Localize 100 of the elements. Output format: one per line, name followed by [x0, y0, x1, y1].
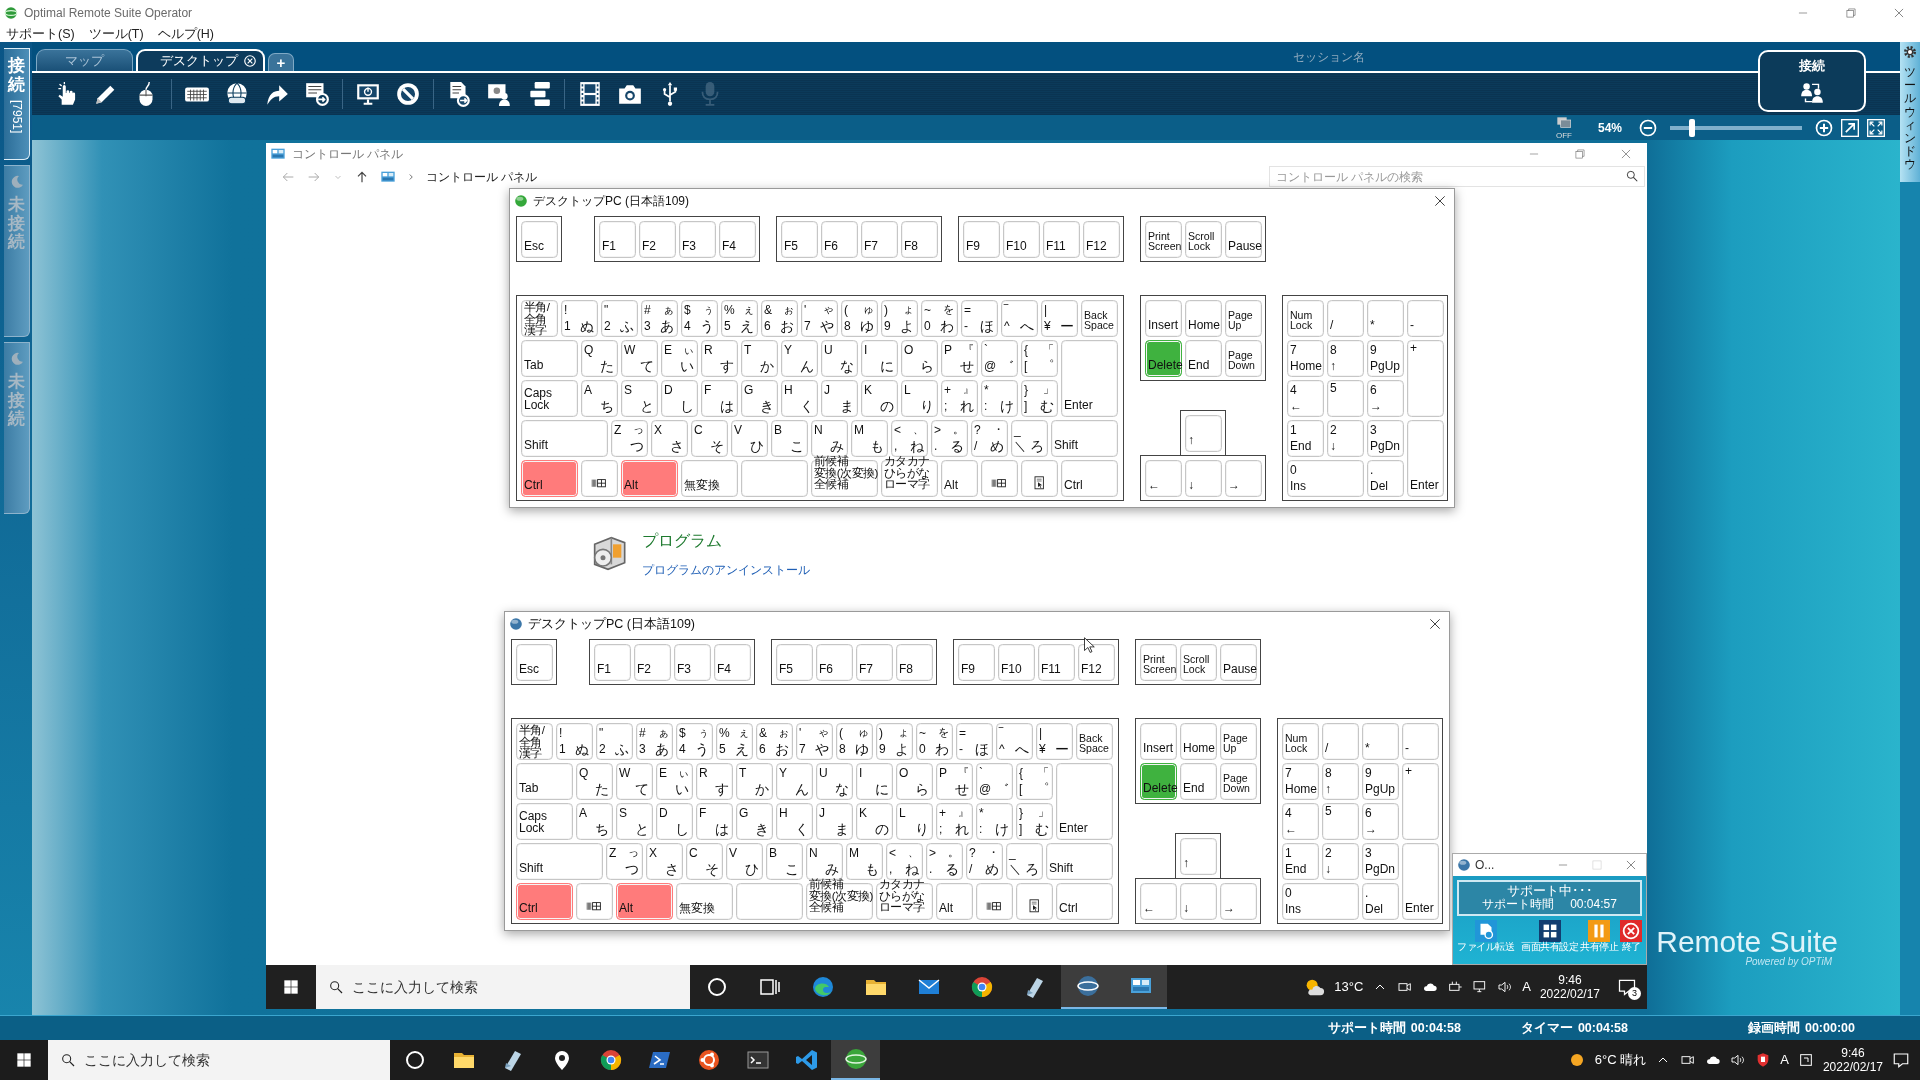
keyboard-key[interactable]: Z っ つ [605, 842, 643, 880]
keyboard-key[interactable]: P 『 せ [935, 762, 973, 800]
keyboard-key[interactable]: M も [850, 419, 888, 457]
keyboard-key[interactable]: Pause [1219, 643, 1257, 681]
keyboard-key[interactable]: Alt [620, 459, 678, 497]
keyboard-key[interactable]: ~ を 0 わ [915, 722, 953, 760]
keyboard-key[interactable]: U な [815, 762, 853, 800]
keyboard-key[interactable]: 1 End [1281, 842, 1319, 880]
keyboard-key[interactable]: F3 [678, 220, 716, 258]
keyboard-key[interactable]: ( ゅ 8 ゆ [835, 722, 873, 760]
keyboard-key[interactable]: V ひ [725, 842, 763, 880]
keyboard-key[interactable]: Page Down [1224, 339, 1262, 377]
keyboard-key[interactable]: > 。 . る [930, 419, 968, 457]
keyboard-key[interactable]: 4 ← [1286, 379, 1324, 417]
keyboard-key[interactable]: ‾ ^ へ [1000, 299, 1038, 337]
keyboard-key[interactable]: < 、 , ね [890, 419, 928, 457]
keyboard-key[interactable]: F4 [713, 643, 751, 681]
keyboard-key[interactable]: T か [740, 339, 778, 377]
keyboard-key[interactable]: E ぃ い [660, 339, 698, 377]
keyboard-key[interactable]: # ぁ 3 あ [635, 722, 673, 760]
keyboard-key[interactable]: _ ＼ ろ [1005, 842, 1043, 880]
keyboard-key[interactable]: Enter [1060, 339, 1118, 417]
keyboard-key[interactable]: 半角/ 全角 漢字 [515, 722, 553, 760]
notification-icon[interactable] [1617, 977, 1637, 998]
keyboard-key[interactable]: ) ょ 9 よ [875, 722, 913, 760]
keyboard-key[interactable]: . Del [1361, 882, 1399, 920]
keyboard-key[interactable]: % ぇ 5 え [720, 299, 758, 337]
keyboard-key[interactable]: 5 [1321, 802, 1359, 840]
ime-indicator[interactable]: A [1522, 977, 1531, 997]
keyboard-key[interactable]: F6 [815, 643, 853, 681]
globe-icon[interactable] [224, 81, 250, 107]
tab[interactable]: マップ [36, 49, 133, 71]
keyboard-key[interactable]: & ぉ 6 お [760, 299, 798, 337]
keyboard-key[interactable]: Caps Lock [515, 802, 573, 840]
restore-icon[interactable] [1844, 6, 1858, 20]
tool-window-tab[interactable]: ツールウィンドウ [1900, 42, 1920, 182]
keyboard-key[interactable]: | ¥ ー [1040, 299, 1078, 337]
keyboard-key[interactable]: 6 → [1361, 802, 1399, 840]
keyboard-key[interactable]: Alt [940, 459, 978, 497]
search-field[interactable]: ここに入力して検索 [48, 1040, 390, 1080]
keyboard-key[interactable]: ' ゃ 7 や [800, 299, 838, 337]
keyboard-key[interactable]: End [1184, 339, 1222, 377]
keyboard-key[interactable]: F11 [1037, 643, 1075, 681]
keyboard-key[interactable] [580, 459, 618, 497]
keyboard-key[interactable]: 無変換 [680, 459, 738, 497]
weather-text[interactable]: 13°C [1334, 977, 1364, 997]
keyboard-key[interactable]: ! 1 ぬ [560, 299, 598, 337]
keyboard-key[interactable]: } 」 ] む [1020, 379, 1058, 417]
keyboard-key[interactable]: { 「 [ ゜ [1015, 762, 1053, 800]
keyboard-key[interactable]: $ ぅ 4 う [680, 299, 718, 337]
keyboard-key[interactable]: L り [900, 379, 938, 417]
keyboard-key[interactable]: ↑ [1179, 837, 1217, 875]
keyboard-key[interactable]: _ ＼ ろ [1010, 419, 1048, 457]
keyboard-key[interactable]: < 、 , ね [885, 842, 923, 880]
prohibit-icon[interactable] [395, 81, 421, 107]
keyboard-key[interactable]: Ctrl [515, 882, 573, 920]
keyboard-key[interactable]: ? ・ / め [970, 419, 1008, 457]
keyboard-key[interactable]: I に [860, 339, 898, 377]
keyboard-key[interactable]: 3 PgDn [1366, 419, 1404, 457]
keyboard-key[interactable]: Enter [1406, 419, 1444, 497]
keyboard-key[interactable]: O ら [895, 762, 933, 800]
keyboard-key[interactable]: B こ [770, 419, 808, 457]
keyboard-key[interactable]: + [1401, 762, 1439, 840]
keyboard-key[interactable]: 3 PgDn [1361, 842, 1399, 880]
menu-item[interactable]: サポート(S) [6, 24, 75, 44]
keyboard-key[interactable]: " 2 ふ [600, 299, 638, 337]
keyboard-key[interactable]: - [1401, 722, 1439, 760]
keyboard-key[interactable]: Num Lock [1286, 299, 1324, 337]
keyboard-key[interactable]: ` @ ゛ [980, 339, 1018, 377]
keyboard-key[interactable]: Tab [520, 339, 578, 377]
keyboard-key[interactable] [1015, 882, 1053, 920]
keyboard-key[interactable]: . Del [1366, 459, 1404, 497]
keyboard-key[interactable]: E ぃ い [655, 762, 693, 800]
taskbar-app[interactable] [831, 1040, 880, 1080]
keyboard-key[interactable]: L り [895, 802, 933, 840]
keyboard-key[interactable]: Y ん [780, 339, 818, 377]
keyboard-key[interactable]: A ち [575, 802, 613, 840]
keyboard-key[interactable]: Alt [615, 882, 673, 920]
keyboard-key[interactable]: 1 End [1286, 419, 1324, 457]
keyboard-key[interactable]: 0 Ins [1286, 459, 1364, 497]
keyboard-key[interactable]: W て [615, 762, 653, 800]
keyboard-key[interactable]: F9 [962, 220, 1000, 258]
keyboard-key[interactable]: Shift [1050, 419, 1118, 457]
keyboard-key[interactable]: / [1321, 722, 1359, 760]
keyboard-key[interactable]: I に [855, 762, 893, 800]
clock[interactable]: 9:46 2022/02/17 [1539, 972, 1600, 1002]
keyboard-key[interactable]: Y ん [775, 762, 813, 800]
keyboard-key[interactable]: F2 [633, 643, 671, 681]
search-field[interactable]: コントロール パネルの検索 [1269, 166, 1645, 187]
restore-icon[interactable] [1573, 147, 1587, 161]
keyboard-key[interactable]: M も [845, 842, 883, 880]
keyboard-key[interactable]: F は [695, 802, 733, 840]
keyboard-key[interactable]: { 「 [ ゜ [1020, 339, 1058, 377]
ime-indicator[interactable]: A [1780, 1050, 1789, 1070]
keyboard-key[interactable]: J ま [820, 379, 858, 417]
keyboard-key[interactable]: X さ [650, 419, 688, 457]
document-arrow-icon[interactable] [304, 81, 330, 107]
keyboard-key[interactable]: K の [855, 802, 893, 840]
keyboard-key[interactable]: R す [700, 339, 738, 377]
keyboard-key[interactable]: F2 [638, 220, 676, 258]
